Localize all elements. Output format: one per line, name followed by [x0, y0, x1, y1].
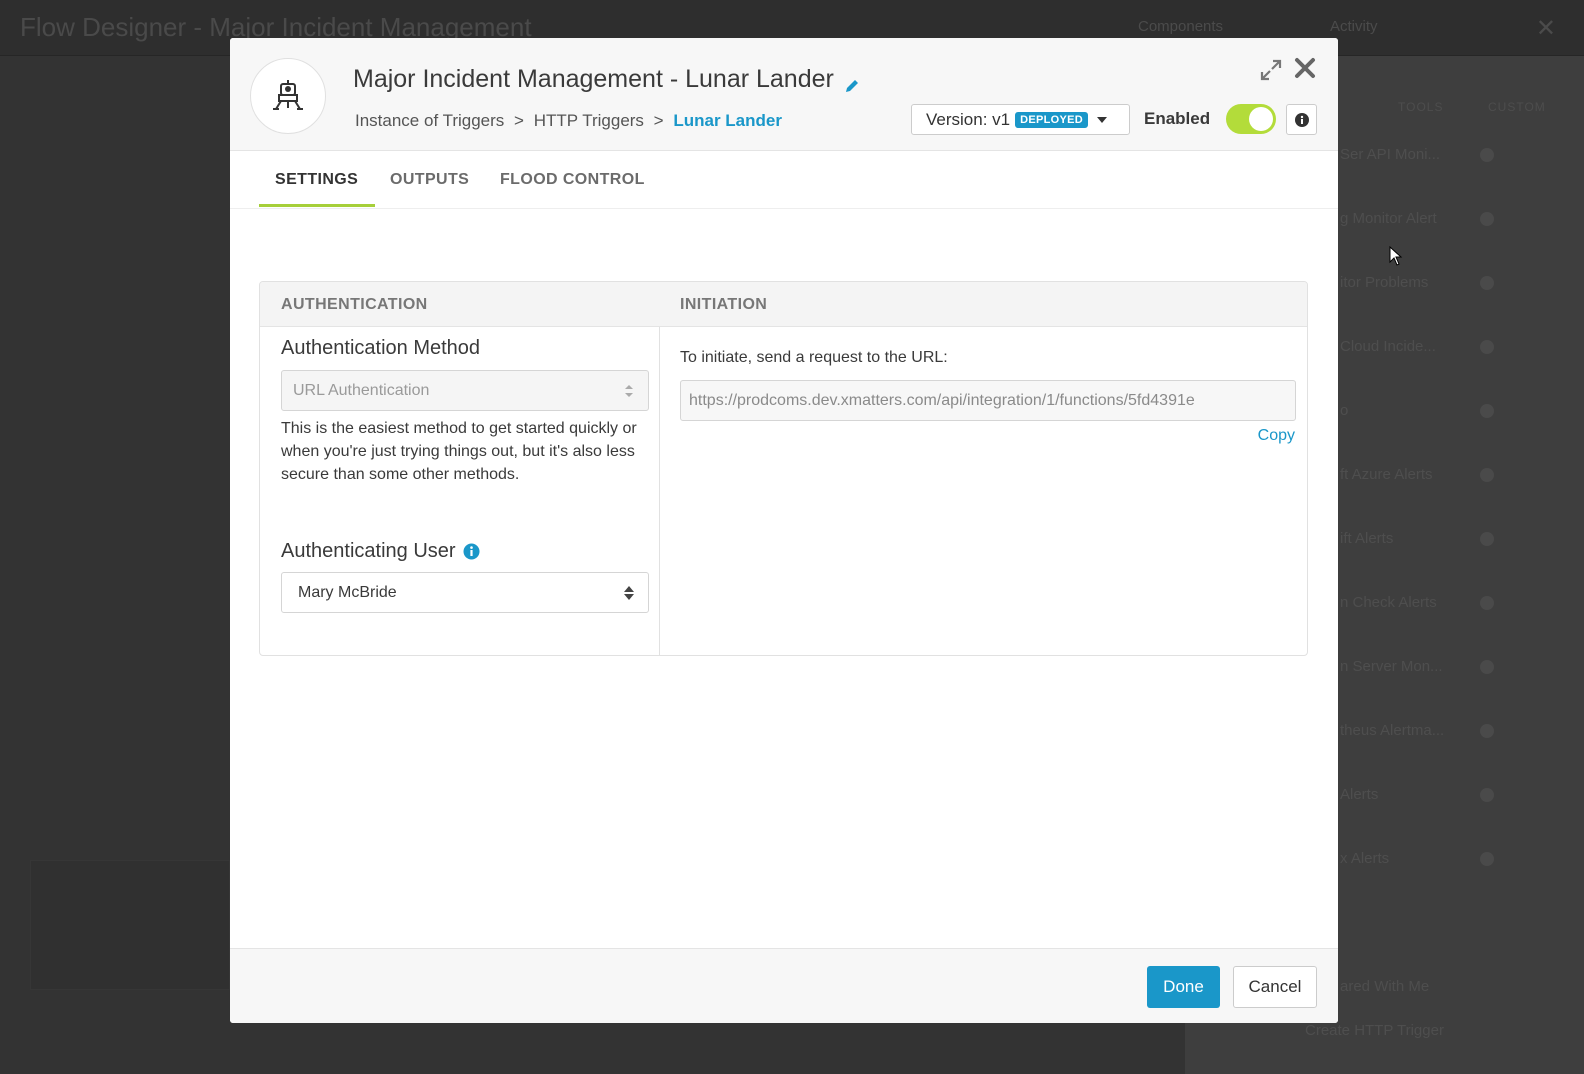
background-custom-label: CUSTOM	[1488, 100, 1546, 114]
initiation-header: INITIATION	[680, 296, 768, 313]
tab-settings[interactable]: SETTINGS	[275, 152, 358, 209]
dialog-title: Major Incident Management - Lunar Lander	[353, 65, 860, 94]
tab-flood-control[interactable]: FLOOD CONTROL	[500, 152, 645, 209]
mouse-cursor-icon	[1389, 246, 1403, 266]
breadcrumb-item[interactable]: HTTP Triggers	[534, 111, 644, 130]
background-nav-activity: Activity	[1330, 18, 1378, 35]
column-divider	[659, 327, 660, 655]
sort-arrows-icon	[624, 586, 634, 600]
done-button[interactable]: Done	[1147, 966, 1220, 1008]
info-icon[interactable]	[463, 543, 480, 560]
authentication-method-value: URL Authentication	[293, 381, 430, 399]
authentication-method-select[interactable]: URL Authentication	[281, 370, 649, 411]
info-icon	[1294, 112, 1309, 127]
background-close-icon: ✕	[1535, 15, 1556, 42]
toggle-knob	[1249, 107, 1273, 131]
background-list-item: itor Problems	[1340, 274, 1429, 291]
info-button[interactable]	[1286, 104, 1317, 135]
active-tab-indicator	[259, 204, 375, 207]
dialog-header: Major Incident Management - Lunar Lander…	[230, 38, 1338, 151]
breadcrumb-current: Lunar Lander	[673, 111, 782, 130]
background-list-item: o	[1340, 402, 1349, 419]
background-list-item: ift Alerts	[1340, 530, 1394, 547]
edit-pencil-icon[interactable]	[844, 72, 860, 92]
dialog-footer: Done Cancel	[230, 948, 1338, 1023]
deployed-badge: DEPLOYED	[1015, 111, 1089, 128]
background-list-item: ared With Me	[1340, 978, 1430, 995]
authenticating-user-label: Authenticating User	[281, 540, 456, 562]
trigger-url-field[interactable]: https://prodcoms.dev.xmatters.com/api/in…	[680, 380, 1296, 421]
breadcrumb: Instance of Triggers > HTTP Triggers > L…	[355, 111, 782, 131]
background-tools-label: TOOLS	[1398, 100, 1444, 114]
background-status-dot	[1480, 212, 1494, 226]
background-nav-components: Components	[1138, 18, 1224, 35]
lunar-lander-logo	[250, 58, 326, 134]
authentication-header: AUTHENTICATION	[281, 296, 428, 313]
background-list-item: Create HTTP Trigger	[1305, 1022, 1444, 1039]
authenticating-user-value: Mary McBride	[298, 583, 397, 601]
trigger-settings-dialog: Major Incident Management - Lunar Lander…	[230, 38, 1338, 1023]
chevron-down-icon	[1097, 116, 1108, 123]
background-status-dot	[1480, 276, 1494, 290]
background-status-dot	[1480, 148, 1494, 162]
background-status-dot	[1480, 852, 1494, 866]
background-status-dot	[1480, 596, 1494, 610]
enabled-label: Enabled	[1144, 109, 1211, 128]
version-dropdown[interactable]: Version: v1 DEPLOYED	[911, 104, 1130, 135]
authenticating-user-select[interactable]: Mary McBride	[281, 572, 649, 613]
sort-arrows-icon	[625, 385, 633, 397]
background-list-item: Alerts	[1340, 786, 1379, 803]
background-status-dot	[1480, 404, 1494, 418]
version-label: Version: v1	[926, 109, 1011, 129]
expand-icon[interactable]	[1259, 58, 1283, 82]
tab-bar: SETTINGS OUTPUTS FLOOD CONTROL	[230, 152, 1338, 209]
breadcrumb-separator: >	[514, 111, 524, 130]
authentication-method-title: Authentication Method	[281, 337, 481, 359]
background-list-item: x Alerts	[1340, 850, 1390, 867]
background-list-item: Ser API Moni...	[1340, 146, 1441, 163]
copy-url-link[interactable]: Copy	[1258, 427, 1295, 445]
authenticating-user-title: Authenticating User	[281, 540, 480, 563]
background-status-dot	[1480, 660, 1494, 674]
background-list-item: theus Alertma...	[1340, 722, 1445, 739]
cancel-button[interactable]: Cancel	[1233, 966, 1317, 1008]
background-minimap	[30, 860, 230, 990]
initiation-label: To initiate, send a request to the URL:	[680, 349, 948, 366]
background-list-item: ft Azure Alerts	[1340, 466, 1433, 483]
background-list-item: Cloud Incide...	[1340, 338, 1436, 355]
background-status-dot	[1480, 340, 1494, 354]
background-status-dot	[1480, 468, 1494, 482]
background-status-dot	[1480, 788, 1494, 802]
background-list-item: g Monitor Alert	[1340, 210, 1437, 227]
background-list-item: n Check Alerts	[1340, 594, 1437, 611]
breadcrumb-separator: >	[653, 111, 664, 130]
breadcrumb-item[interactable]: Instance of Triggers	[355, 111, 504, 130]
tab-outputs[interactable]: OUTPUTS	[390, 152, 469, 209]
dialog-title-text: Major Incident Management - Lunar Lander	[353, 65, 834, 93]
card-header: AUTHENTICATION INITIATION	[260, 282, 1307, 327]
background-status-dot	[1480, 724, 1494, 738]
authentication-help-text: This is the easiest method to get starte…	[281, 420, 637, 483]
enabled-toggle[interactable]	[1226, 104, 1276, 134]
background-list-item: n Server Mon...	[1340, 658, 1443, 675]
settings-card: AUTHENTICATION INITIATION Authentication…	[259, 281, 1308, 656]
background-status-dot	[1480, 532, 1494, 546]
lunar-lander-icon	[273, 80, 303, 110]
close-icon[interactable]	[1292, 55, 1318, 81]
